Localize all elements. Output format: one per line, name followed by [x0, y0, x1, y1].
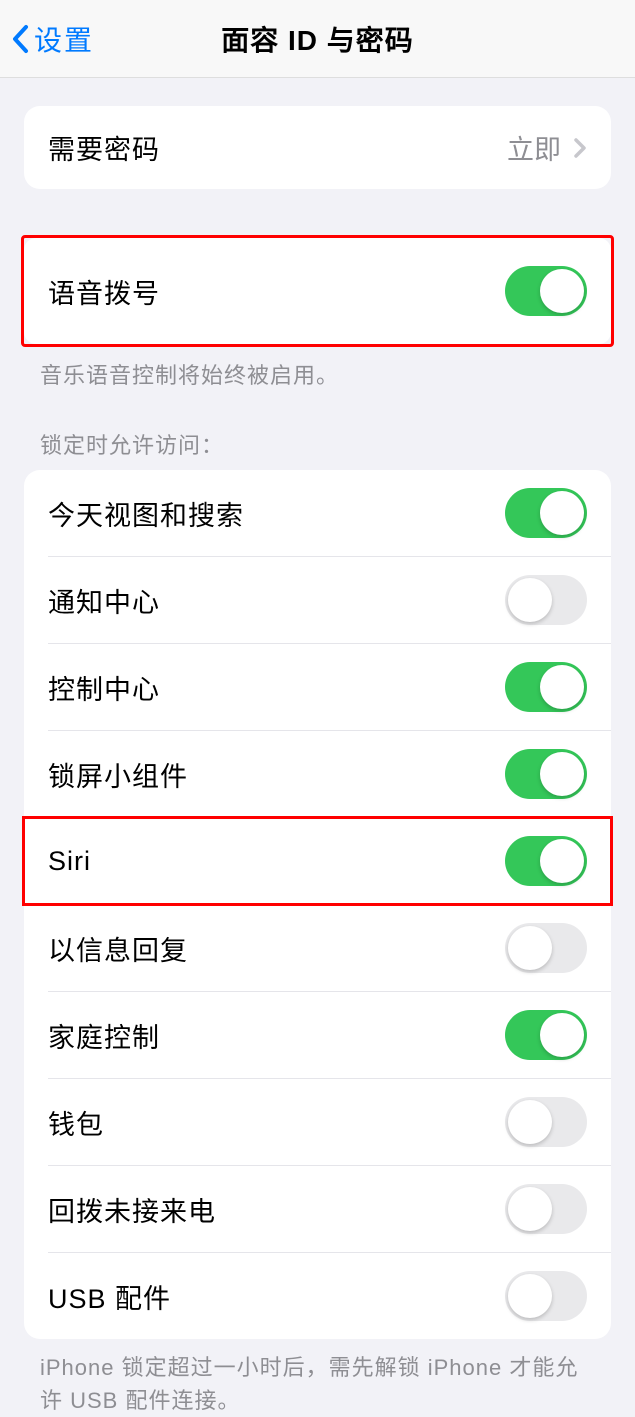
notification-center-toggle[interactable]: [505, 575, 587, 625]
require-passcode-row[interactable]: 需要密码 立即: [24, 106, 611, 189]
siri-row: Siri: [24, 818, 611, 904]
lock-access-group: 今天视图和搜索 通知中心 控制中心 锁屏小组件 Siri 以信息回复: [24, 470, 611, 1339]
home-control-label: 家庭控制: [48, 1016, 160, 1055]
reply-with-message-toggle[interactable]: [505, 923, 587, 973]
voice-dial-toggle[interactable]: [505, 266, 587, 316]
lock-screen-widgets-toggle[interactable]: [505, 749, 587, 799]
return-missed-calls-toggle[interactable]: [505, 1184, 587, 1234]
control-center-row: 控制中心: [24, 644, 611, 730]
voice-dial-label: 语音拨号: [48, 272, 160, 311]
usb-accessories-row: USB 配件: [24, 1253, 611, 1339]
page-title: 面容 ID 与密码: [0, 19, 635, 59]
siri-label: Siri: [48, 846, 91, 877]
usb-accessories-label: USB 配件: [48, 1277, 171, 1316]
control-center-toggle[interactable]: [505, 662, 587, 712]
today-view-label: 今天视图和搜索: [48, 494, 244, 533]
chevron-left-icon: [8, 21, 32, 57]
chevron-right-icon: [573, 137, 587, 159]
wallet-toggle[interactable]: [505, 1097, 587, 1147]
usb-footer: iPhone 锁定超过一小时后，需先解锁 iPhone 才能允许 USB 配件连…: [0, 1339, 635, 1417]
return-missed-calls-label: 回拨未接来电: [48, 1190, 216, 1229]
voice-dial-group: 语音拨号: [21, 235, 614, 347]
lock-screen-widgets-label: 锁屏小组件: [48, 755, 188, 794]
lock-access-header: 锁定时允许访问：: [0, 392, 635, 470]
home-control-row: 家庭控制: [24, 992, 611, 1078]
back-label: 设置: [34, 19, 94, 59]
reply-with-message-row: 以信息回复: [24, 905, 611, 991]
notification-center-row: 通知中心: [24, 557, 611, 643]
require-passcode-value: 立即: [507, 128, 587, 167]
return-missed-calls-row: 回拨未接来电: [24, 1166, 611, 1252]
reply-with-message-label: 以信息回复: [48, 929, 188, 968]
today-view-toggle[interactable]: [505, 488, 587, 538]
lock-screen-widgets-row: 锁屏小组件: [24, 731, 611, 817]
voice-dial-row: 语音拨号: [24, 238, 611, 344]
home-control-toggle[interactable]: [505, 1010, 587, 1060]
back-button[interactable]: 设置: [0, 19, 94, 59]
voice-dial-footer: 音乐语音控制将始终被启用。: [0, 347, 635, 392]
wallet-row: 钱包: [24, 1079, 611, 1165]
today-view-row: 今天视图和搜索: [24, 470, 611, 556]
navigation-bar: 设置 面容 ID 与密码: [0, 0, 635, 78]
require-passcode-group: 需要密码 立即: [24, 106, 611, 189]
notification-center-label: 通知中心: [48, 581, 160, 620]
usb-accessories-toggle[interactable]: [505, 1271, 587, 1321]
wallet-label: 钱包: [48, 1103, 104, 1142]
control-center-label: 控制中心: [48, 668, 160, 707]
siri-toggle[interactable]: [505, 836, 587, 886]
require-passcode-label: 需要密码: [48, 128, 160, 167]
